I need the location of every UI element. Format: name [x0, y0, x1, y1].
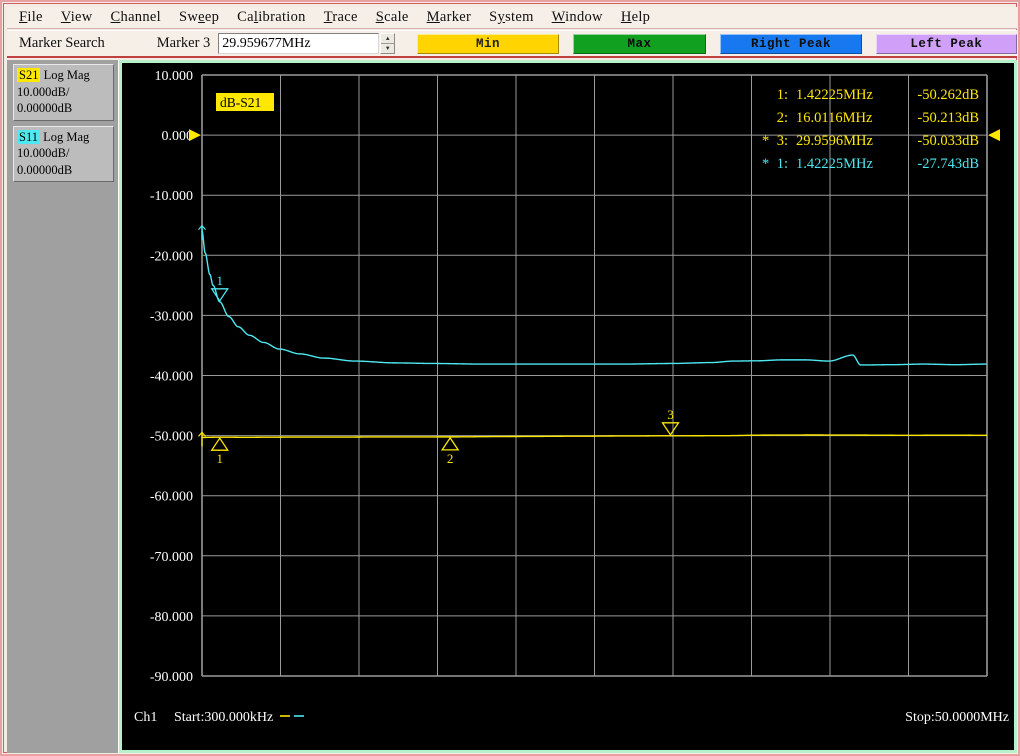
- trace-item-s11[interactable]: S11 Log Mag 10.000dB/ 0.00000dB: [13, 125, 114, 182]
- y-axis-tick-label: -50.000: [150, 430, 193, 445]
- marker-search-toolbar: Marker Search Marker 3 29.959677MHz ▲ ▼ …: [7, 30, 1018, 58]
- right-peak-search-button[interactable]: Right Peak: [720, 33, 862, 54]
- active-marker-label: Marker 3: [156, 35, 211, 51]
- trace-s11-header: S11 Log Mag: [17, 129, 110, 146]
- trace-sidebar: S21 Log Mag 10.000dB/ 0.00000dB S11 Log …: [7, 60, 119, 753]
- max-search-button[interactable]: Max: [572, 33, 707, 54]
- y-axis-tick-label: -40.000: [150, 370, 193, 385]
- status-stop-frequency: Stop:50.0000MHz: [905, 710, 1009, 725]
- y-axis-tick-label: -10.000: [150, 189, 193, 204]
- marker-readout-value: -27.743dB: [917, 156, 979, 172]
- menu-item-file[interactable]: File: [19, 9, 43, 26]
- trace-s11-scale: 10.000dB/: [17, 146, 70, 160]
- stepper-up-icon[interactable]: ▲: [380, 34, 395, 44]
- menu-item-calibration[interactable]: Calibration: [237, 9, 306, 26]
- marker-readout-value: -50.262dB: [917, 87, 979, 103]
- trace-item-s21[interactable]: S21 Log Mag 10.000dB/ 0.00000dB: [13, 64, 114, 121]
- toolbar-title: Marker Search: [19, 35, 105, 51]
- menu-item-view[interactable]: View: [61, 9, 93, 26]
- trace-s11-reference: 0.00000dB: [17, 162, 73, 177]
- marker-readout-active-star: *: [762, 133, 769, 149]
- marker-readout-frequency: 1.42225MHz: [796, 156, 873, 172]
- y-axis-tick-label: -90.000: [150, 670, 193, 685]
- menu-bar: File View Channel Sweep Calibration Trace Scal…: [7, 7, 1017, 29]
- left-peak-search-button[interactable]: Left Peak: [875, 33, 1018, 54]
- plot-marker-label: 1: [216, 451, 223, 466]
- trace-s11-format: Log Mag: [43, 129, 90, 144]
- reference-level-marker-left: [189, 129, 201, 142]
- y-axis-labels: 10.000 0.000 -10.000 -20.000 -30.000 -40.000 -…: [150, 69, 193, 685]
- trace-s11-sparam: S11: [17, 129, 40, 144]
- menu-item-window[interactable]: Window: [552, 9, 603, 26]
- vna-application-window: File View Channel Sweep Calibration Trace Scal…: [0, 0, 1020, 756]
- trace-plot-svg[interactable]: 10.000 0.000 -10.000 -20.000 -30.000 -40.000 -…: [122, 63, 1014, 750]
- marker-readout-table[interactable]: 1: 1.42225MHz -50.262dB 2: 16.0116MHz -50.213…: [762, 87, 979, 172]
- menu-item-trace[interactable]: Trace: [324, 9, 358, 26]
- marker-frequency-input[interactable]: 29.959677MHz: [218, 33, 379, 54]
- plot-marker-label: 3: [667, 407, 674, 422]
- plot-marker-s21-2[interactable]: [440, 436, 460, 451]
- stepper-down-icon[interactable]: ▼: [381, 44, 394, 53]
- menu-item-help[interactable]: Help: [621, 9, 650, 26]
- y-axis-tick-label: -80.000: [150, 610, 193, 625]
- status-channel: Ch1: [134, 710, 157, 725]
- y-axis-tick-label: 0.000: [162, 129, 194, 144]
- marker-readout-frequency: 29.9596MHz: [796, 133, 873, 149]
- marker-frequency-stepper[interactable]: ▲ ▼: [379, 33, 396, 54]
- y-axis-tick-label: 10.000: [155, 69, 194, 84]
- trace-s21-sparam: S21: [17, 68, 41, 82]
- y-axis-tick-label: -60.000: [150, 490, 193, 505]
- y-axis-tick-label: -30.000: [150, 309, 193, 324]
- menu-item-marker[interactable]: Marker: [427, 9, 471, 26]
- marker-readout-frequency: 16.0116MHz: [796, 110, 873, 126]
- main-content: S21 Log Mag 10.000dB/ 0.00000dB S11 Log …: [7, 60, 1017, 753]
- marker-readout-value: -50.033dB: [917, 133, 979, 149]
- marker-readout-number: 1:: [777, 87, 788, 103]
- marker-readout-frequency: 1.42225MHz: [796, 87, 873, 103]
- active-trace-badge-label: dB-S21: [220, 95, 261, 110]
- y-axis-tick-label: -20.000: [150, 249, 193, 264]
- trace-start-indicator-s21: [198, 431, 206, 447]
- plot-marker-s11-1[interactable]: [210, 288, 229, 303]
- marker-readout-number: 2:: [777, 110, 788, 126]
- marker-readout-number: 3:: [777, 133, 788, 149]
- trace-s21-header: S21 Log Mag: [17, 67, 110, 84]
- trace-s21-reference: 0.00000dB: [17, 101, 73, 115]
- y-axis-tick-label: -70.000: [150, 550, 193, 565]
- trace-plot-panel[interactable]: 10.000 0.000 -10.000 -20.000 -30.000 -40.000 -…: [119, 60, 1017, 753]
- min-search-button[interactable]: Min: [417, 33, 559, 54]
- plot-marker-label: 1: [216, 273, 223, 288]
- menu-item-channel[interactable]: Channel: [111, 9, 161, 26]
- plot-marker-s21-3[interactable]: [661, 422, 680, 436]
- reference-level-marker-right: [988, 129, 1000, 142]
- menu-item-system[interactable]: System: [489, 9, 534, 26]
- marker-readout-number: 1:: [777, 156, 788, 172]
- status-start-frequency: Start:300.000kHz: [174, 710, 273, 725]
- menu-item-scale[interactable]: Scale: [376, 9, 409, 26]
- trace-s21-scale: 10.000dB/: [17, 84, 70, 99]
- marker-readout-active-star: *: [762, 156, 769, 172]
- trace-s21-format: Log Mag: [43, 68, 90, 82]
- trace-start-indicator-s11: [198, 224, 206, 240]
- menu-item-sweep[interactable]: Sweep: [179, 9, 219, 26]
- plot-marker-s21-1[interactable]: [210, 437, 229, 451]
- plot-marker-label: 2: [447, 451, 454, 466]
- marker-readout-value: -50.213dB: [917, 110, 979, 126]
